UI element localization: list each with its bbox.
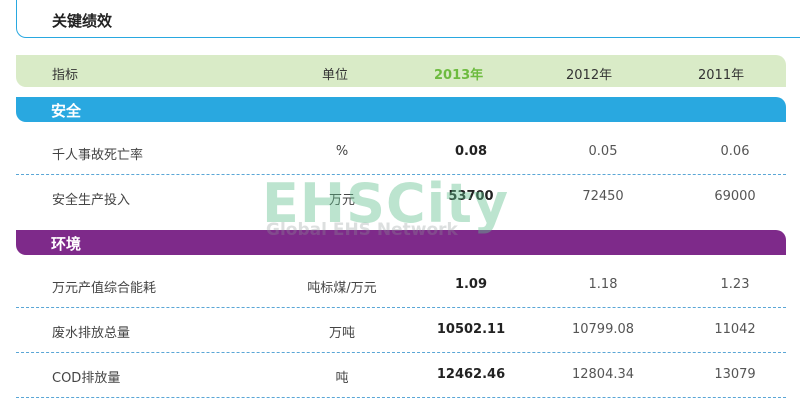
row-value-2011: 1.23	[720, 277, 750, 292]
row-value-2012: 0.05	[588, 144, 618, 159]
row-value-2011: 0.06	[720, 144, 750, 159]
header-unit: 单位	[322, 68, 349, 83]
row-value-2013: 0.08	[454, 144, 488, 159]
row-indicator: COD排放量	[52, 371, 121, 386]
row-value-2011: 69000	[714, 189, 756, 204]
row-value-2012: 1.18	[588, 277, 618, 292]
table-row: 废水排放总量 万吨 10502.11 10799.08 11042	[16, 308, 786, 353]
table-row: 安全生产投入 万元 53700 72450 69000	[16, 175, 786, 219]
section-title-safety: 安全	[51, 102, 82, 120]
row-value-2011: 13079	[714, 367, 756, 382]
row-indicator: 安全生产投入	[52, 193, 131, 208]
table-row: 万元产值综合能耗 吨标煤/万元 1.09 1.18 1.23	[16, 263, 786, 308]
row-unit: 万元	[328, 193, 355, 208]
header-year-2013: 2013年	[434, 68, 484, 83]
row-value-2013: 10502.11	[436, 322, 506, 337]
row-unit: 万吨	[328, 326, 355, 341]
row-indicator: 万元产值综合能耗	[52, 281, 157, 296]
table-row: COD排放量 吨 12462.46 12804.34 13079	[16, 353, 786, 398]
row-unit: 吨标煤/万元	[307, 281, 377, 296]
header-year-2011: 2011年	[698, 68, 745, 83]
row-value-2011: 11042	[714, 322, 756, 337]
header-year-2012: 2012年	[566, 68, 613, 83]
section-title-environment: 环境	[51, 235, 82, 253]
table-row: 千人事故死亡率 % 0.08 0.05 0.06	[16, 130, 786, 175]
section-bar-safety: 安全	[16, 97, 786, 122]
table-header: 指标 单位 2013年 2012年 2011年	[16, 55, 786, 87]
row-unit: %	[335, 144, 349, 159]
title-box	[16, 0, 800, 38]
page-title: 关键绩效	[52, 12, 113, 30]
header-indicator: 指标	[52, 68, 79, 83]
row-value-2013: 12462.46	[436, 367, 506, 382]
row-value-2012: 72450	[582, 189, 624, 204]
row-indicator: 千人事故死亡率	[52, 148, 144, 163]
row-unit: 吨	[335, 371, 349, 386]
row-value-2013: 1.09	[454, 277, 488, 292]
section-bar-environment: 环境	[16, 230, 786, 255]
row-value-2012: 10799.08	[571, 322, 635, 337]
row-indicator: 废水排放总量	[52, 326, 131, 341]
row-value-2013: 53700	[448, 189, 494, 204]
row-value-2012: 12804.34	[571, 367, 635, 382]
